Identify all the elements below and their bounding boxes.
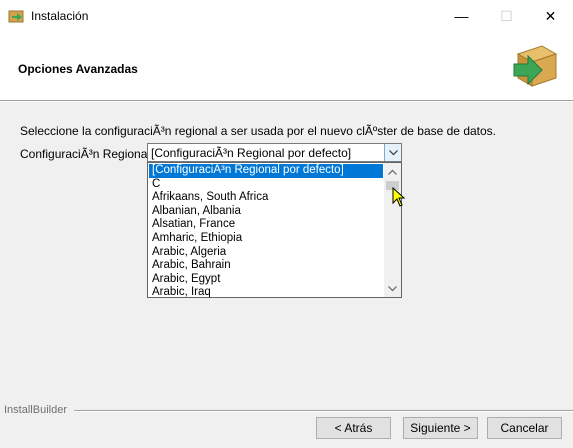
scroll-up-icon[interactable] (384, 163, 401, 180)
scroll-down-icon[interactable] (384, 280, 401, 297)
locale-description: Seleccione la configuraciÃ³n regional a … (20, 124, 497, 138)
installbuilder-brand: InstallBuilder (4, 404, 67, 416)
installer-box-arrow-icon (513, 45, 558, 87)
mouse-pointer-icon (392, 187, 406, 207)
minimize-button[interactable]: — (439, 0, 484, 32)
app-icon (8, 10, 24, 23)
list-item[interactable]: Albanian, Albania (149, 205, 383, 219)
chevron-down-icon[interactable] (384, 144, 401, 161)
cancel-button[interactable]: Cancelar (487, 417, 562, 439)
locale-select[interactable]: [ConfiguraciÃ³n Regional por defecto] (147, 143, 402, 162)
back-button[interactable]: < Atrás (316, 417, 391, 439)
window-title: Instalación (31, 9, 89, 23)
title-bar: Instalación — ☐ ✕ (0, 0, 573, 32)
list-item[interactable]: [ConfiguraciÃ³n Regional por defecto] (149, 164, 383, 178)
footer-divider-highlight (74, 411, 573, 412)
header-divider-highlight (0, 101, 573, 102)
list-item[interactable]: Arabic, Egypt (149, 273, 383, 287)
list-item[interactable]: Arabic, Iraq (149, 286, 383, 297)
locale-dropdown-list[interactable]: [ConfiguraciÃ³n Regional por defecto] C Af… (147, 162, 402, 298)
list-item[interactable]: C (149, 178, 383, 192)
list-item[interactable]: Amharic, Ethiopia (149, 232, 383, 246)
list-item[interactable]: Afrikaans, South Africa (149, 191, 383, 205)
wizard-header: Opciones Avanzadas (0, 32, 573, 100)
page-title: Opciones Avanzadas (18, 62, 138, 76)
locale-options: [ConfiguraciÃ³n Regional por defecto] C Af… (149, 164, 383, 297)
close-button[interactable]: ✕ (528, 0, 573, 32)
list-item[interactable]: Alsatian, France (149, 218, 383, 232)
dropdown-scrollbar[interactable] (384, 163, 401, 297)
locale-label: ConfiguraciÃ³n Regional (20, 147, 151, 161)
list-item[interactable]: Arabic, Bahrain (149, 259, 383, 273)
next-button[interactable]: Siguiente > (403, 417, 478, 439)
locale-select-value: [ConfiguraciÃ³n Regional por defecto] (151, 146, 352, 160)
list-item[interactable]: Arabic, Algeria (149, 246, 383, 260)
maximize-button: ☐ (500, 7, 513, 24)
